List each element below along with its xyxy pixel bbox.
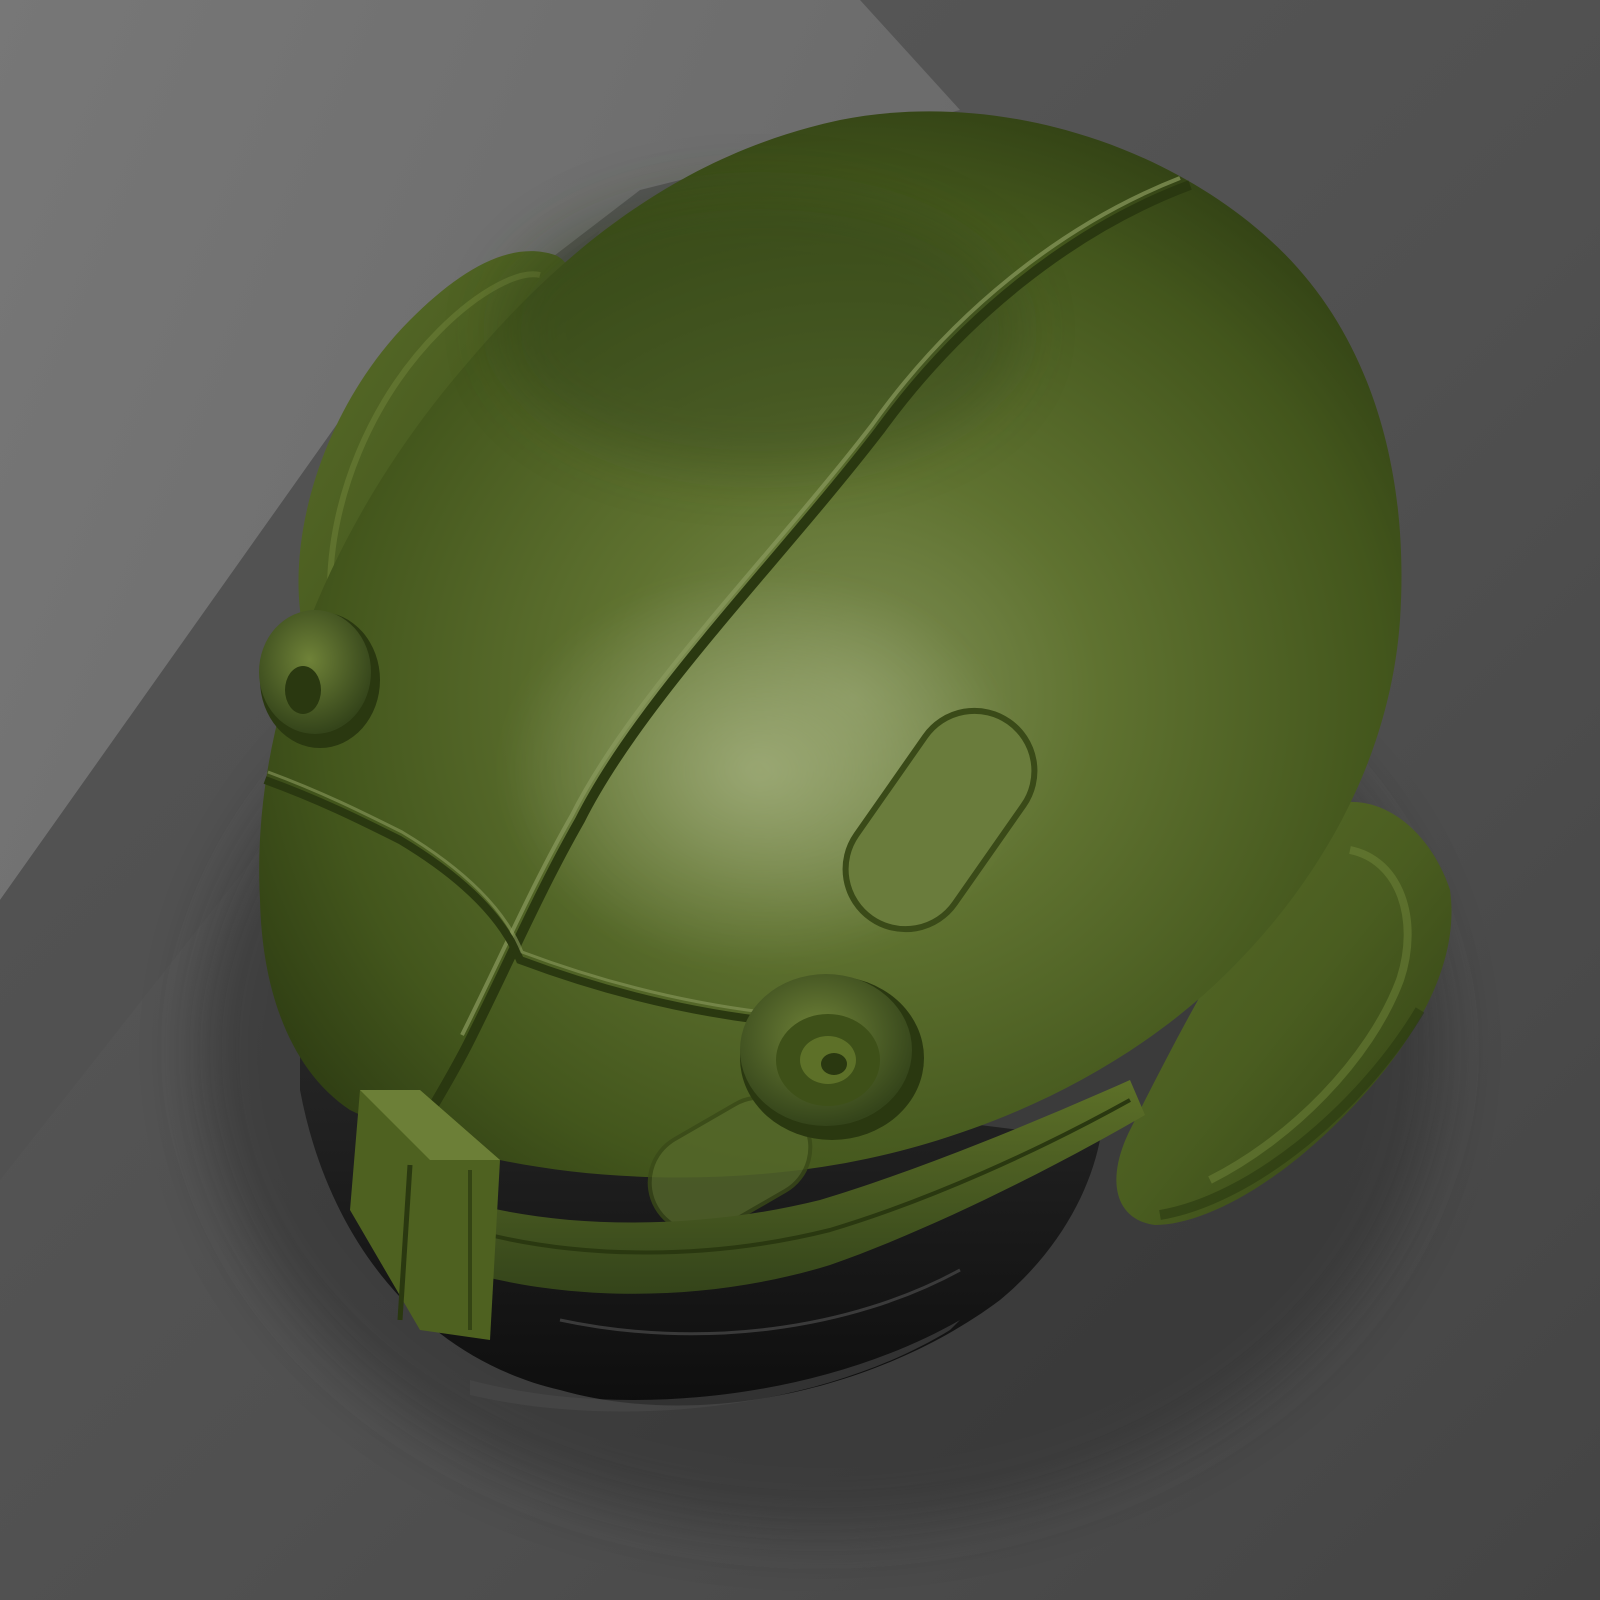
shell-top-shade [500, 190, 1020, 470]
helmet-render-scene [0, 0, 1600, 1600]
